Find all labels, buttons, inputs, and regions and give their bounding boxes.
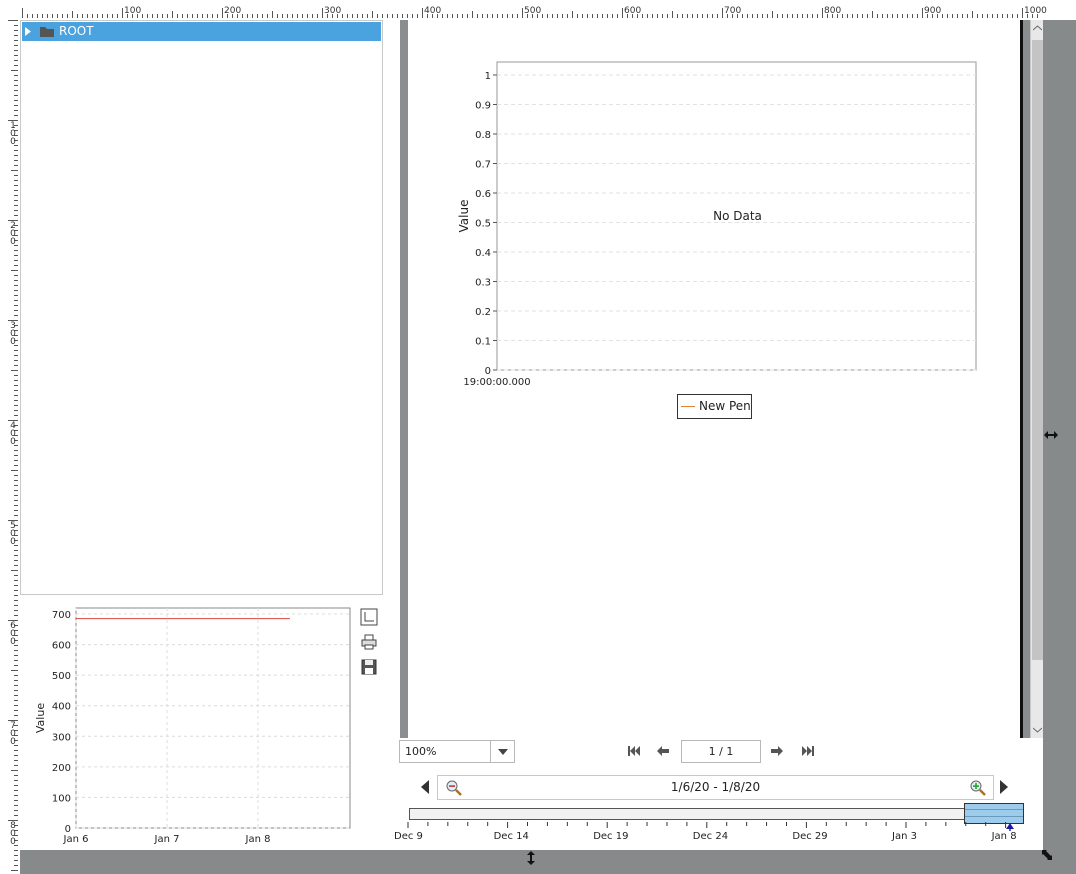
ruler-label: 600 bbox=[624, 6, 642, 16]
ruler-label: 400 bbox=[424, 6, 442, 16]
ruler-label: 500 bbox=[10, 521, 16, 547]
x-tick-label: Jan 6 bbox=[63, 834, 89, 845]
date-axis-label: Jan 8 bbox=[991, 831, 1017, 842]
right-splitter-area bbox=[1043, 20, 1076, 874]
date-axis-label: Dec 9 bbox=[394, 831, 423, 842]
date-range-track[interactable] bbox=[409, 808, 1023, 820]
date-axis-label: Dec 29 bbox=[792, 831, 828, 842]
range-next-arrow-icon[interactable] bbox=[1000, 780, 1010, 794]
chart-legend: New Pen bbox=[677, 394, 752, 419]
ruler-label: 700 bbox=[724, 6, 742, 16]
y-tick-label: 0.8 bbox=[475, 130, 491, 141]
x-tick-label: Jan 8 bbox=[245, 834, 271, 845]
date-range-box: 1/6/20 - 1/8/20 bbox=[437, 775, 994, 800]
previous-page-icon[interactable] bbox=[654, 742, 672, 760]
ruler-label: 500 bbox=[524, 6, 542, 16]
ruler-label: 800 bbox=[824, 6, 842, 16]
first-page-icon[interactable] bbox=[625, 742, 643, 760]
zoom-select[interactable]: 100% bbox=[399, 740, 515, 763]
date-axis-label: Dec 24 bbox=[692, 831, 729, 842]
page-edge bbox=[1020, 20, 1023, 738]
page-number-field[interactable]: 1 / 1 bbox=[681, 740, 761, 763]
resize-corner-icon[interactable] bbox=[1042, 850, 1052, 860]
y-axis-label: Value bbox=[34, 703, 47, 733]
no-data-label: No Data bbox=[713, 209, 762, 223]
ruler-label: 1000 bbox=[1024, 6, 1047, 16]
y-tick-label: 0.1 bbox=[475, 337, 491, 348]
scroll-thumb[interactable] bbox=[1032, 40, 1043, 660]
scroll-down-icon[interactable] bbox=[1033, 727, 1042, 733]
date-range-label: 1/6/20 - 1/8/20 bbox=[670, 780, 761, 794]
mini-chart-svg: 0100200300400500600700Jan 6 Jan 7 Jan 8Val… bbox=[34, 607, 351, 845]
resize-horizontal-icon[interactable] bbox=[1043, 429, 1059, 441]
tree-node-root[interactable]: ROOT bbox=[22, 22, 381, 41]
legend-swatch bbox=[681, 406, 695, 407]
date-axis-label: Dec 19 bbox=[593, 831, 629, 842]
zoom-in-icon[interactable] bbox=[970, 780, 986, 796]
next-page-icon[interactable] bbox=[768, 742, 786, 760]
x-tick-label: 19:00:00.000 bbox=[463, 377, 530, 388]
y-tick-label: 0.3 bbox=[475, 278, 491, 289]
y-tick-label: 0.5 bbox=[475, 219, 491, 230]
y-tick-label: 100 bbox=[52, 793, 71, 804]
vertical-scrollbar[interactable] bbox=[1030, 20, 1044, 738]
resize-vertical-icon[interactable] bbox=[525, 851, 537, 865]
date-axis-label: Jan 3 bbox=[892, 831, 917, 842]
zoom-value: 100% bbox=[405, 745, 437, 758]
save-icon[interactable] bbox=[360, 658, 378, 676]
range-prev-arrow-icon[interactable] bbox=[421, 780, 431, 794]
y-tick-label: 600 bbox=[52, 641, 71, 652]
fit-icon[interactable] bbox=[360, 608, 378, 626]
ruler-label: 400 bbox=[10, 421, 16, 447]
zoom-out-icon[interactable] bbox=[446, 780, 462, 796]
ruler-label: 100 bbox=[124, 6, 142, 16]
ruler-label: 600 bbox=[10, 621, 16, 647]
last-page-icon[interactable] bbox=[799, 742, 817, 760]
y-tick-label: 0.4 bbox=[475, 248, 491, 259]
y-tick-label: 0.7 bbox=[475, 160, 491, 171]
ruler-label: 300 bbox=[10, 321, 16, 347]
tag-tree-panel[interactable]: ROOT bbox=[20, 20, 383, 595]
report-chart-svg: 0 0.1 0.2 0.3 0.4 0.5 0.6 0.7 0.8 0.9 1 19:00:00.00… bbox=[457, 61, 977, 388]
ruler-label: 100 bbox=[10, 121, 16, 147]
ruler-label: 700 bbox=[10, 721, 16, 747]
x-tick-label: Jan 7 bbox=[154, 834, 180, 845]
report-page: 0 0.1 0.2 0.3 0.4 0.5 0.6 0.7 0.8 0.9 1 19:00:00.00… bbox=[408, 20, 1020, 738]
chevron-down-icon bbox=[498, 749, 508, 755]
zoom-dropdown-button[interactable] bbox=[490, 741, 515, 762]
tree-node-label: ROOT bbox=[59, 24, 94, 38]
mini-chart: 0 100 200 300 400 500 600 700 Jan 6 Jan 7 Jan 8 Val… bbox=[20, 600, 360, 850]
y-tick-label: 400 bbox=[52, 702, 71, 713]
legend-label: New Pen bbox=[699, 399, 751, 413]
scroll-up-icon[interactable] bbox=[1033, 25, 1042, 31]
y-tick-label: 0.2 bbox=[475, 307, 491, 318]
print-icon[interactable] bbox=[360, 633, 378, 651]
y-tick-label: 300 bbox=[52, 732, 71, 743]
date-range-thumb[interactable] bbox=[964, 803, 1024, 824]
folder-icon bbox=[40, 27, 54, 37]
y-tick-label: 0.6 bbox=[475, 189, 491, 200]
y-tick-label: 1 bbox=[485, 71, 491, 82]
y-tick-label: 500 bbox=[52, 671, 71, 682]
y-tick-label: 0 bbox=[485, 366, 491, 377]
y-tick-label: 0.9 bbox=[475, 101, 491, 112]
vertical-ruler: 100 200 300 400 500 600 700 800 bbox=[0, 20, 20, 874]
y-axis-label: Value bbox=[457, 200, 471, 233]
ruler-label: 800 bbox=[10, 821, 16, 847]
date-axis-label: Dec 14 bbox=[493, 831, 529, 842]
ruler-label: 200 bbox=[224, 6, 242, 16]
bottom-splitter-area bbox=[20, 850, 1052, 874]
y-tick-label: 200 bbox=[52, 763, 71, 774]
expand-arrow-icon[interactable] bbox=[25, 27, 31, 36]
horizontal-ruler: 100 200 300 400 500 600 700 800 900 1000 bbox=[0, 0, 1076, 20]
ruler-label: 900 bbox=[924, 6, 942, 16]
y-tick-label: 700 bbox=[52, 610, 71, 621]
ruler-label: 300 bbox=[324, 6, 342, 16]
ruler-label: 200 bbox=[10, 221, 16, 247]
